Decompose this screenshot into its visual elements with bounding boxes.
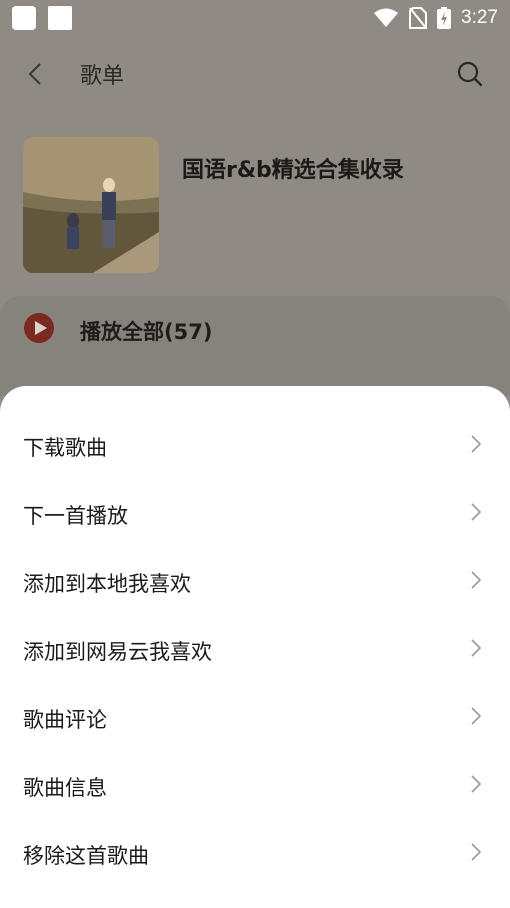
play-all-label: 播放全部(57) <box>80 320 213 344</box>
menu-item-song-info[interactable]: 歌曲信息 <box>0 750 510 818</box>
menu-item-add-to-local-favorites[interactable]: 添加到本地我喜欢 <box>0 546 510 614</box>
battery-charging-icon <box>437 7 452 29</box>
chevron-right-icon <box>471 639 482 657</box>
menu-item-label: 歌曲信息 <box>23 776 107 800</box>
menu-item-add-to-netease-favorites[interactable]: 添加到网易云我喜欢 <box>0 614 510 682</box>
wifi-icon <box>374 8 399 27</box>
play-all-row[interactable]: 播放全部(57) <box>0 296 510 396</box>
top-bar: 歌单 <box>0 50 510 98</box>
menu-item-label: 添加到网易云我喜欢 <box>23 640 212 664</box>
notification-icon <box>12 6 36 30</box>
menu-item-song-comments[interactable]: 歌曲评论 <box>0 682 510 750</box>
cover-artwork <box>23 137 159 273</box>
page-title: 歌单 <box>80 64 125 89</box>
chevron-right-icon <box>471 707 482 725</box>
chevron-right-icon <box>471 843 482 861</box>
menu-item-label: 下载歌曲 <box>23 436 107 460</box>
search-icon[interactable] <box>456 60 484 88</box>
menu-item-label: 歌曲评论 <box>23 708 107 732</box>
menu-item-download-song[interactable]: 下载歌曲 <box>0 410 510 478</box>
playlist-title: 国语r&b精选合集收录 <box>182 158 404 183</box>
status-bar: 3:27 <box>0 0 510 36</box>
menu-item-play-next[interactable]: 下一首播放 <box>0 478 510 546</box>
playlist-cover-image[interactable] <box>23 137 159 273</box>
menu-item-label: 下一首播放 <box>23 504 128 528</box>
chevron-right-icon <box>471 571 482 589</box>
status-time: 3:27 <box>461 7 498 28</box>
chevron-right-icon <box>471 503 482 521</box>
chevron-right-icon <box>471 435 482 453</box>
menu-item-remove-song[interactable]: 移除这首歌曲 <box>0 818 510 886</box>
play-circle-icon[interactable] <box>23 312 55 344</box>
notification-icon <box>48 6 72 30</box>
chevron-right-icon <box>471 775 482 793</box>
no-sim-icon <box>409 7 428 29</box>
song-actions-sheet: 下载歌曲 下一首播放 添加到本地我喜欢 添加到网易云我喜欢 歌曲评论 歌曲信息 … <box>0 386 510 908</box>
menu-item-label: 添加到本地我喜欢 <box>23 572 191 596</box>
chevron-left-icon[interactable] <box>22 60 50 88</box>
menu-item-label: 移除这首歌曲 <box>23 844 149 868</box>
